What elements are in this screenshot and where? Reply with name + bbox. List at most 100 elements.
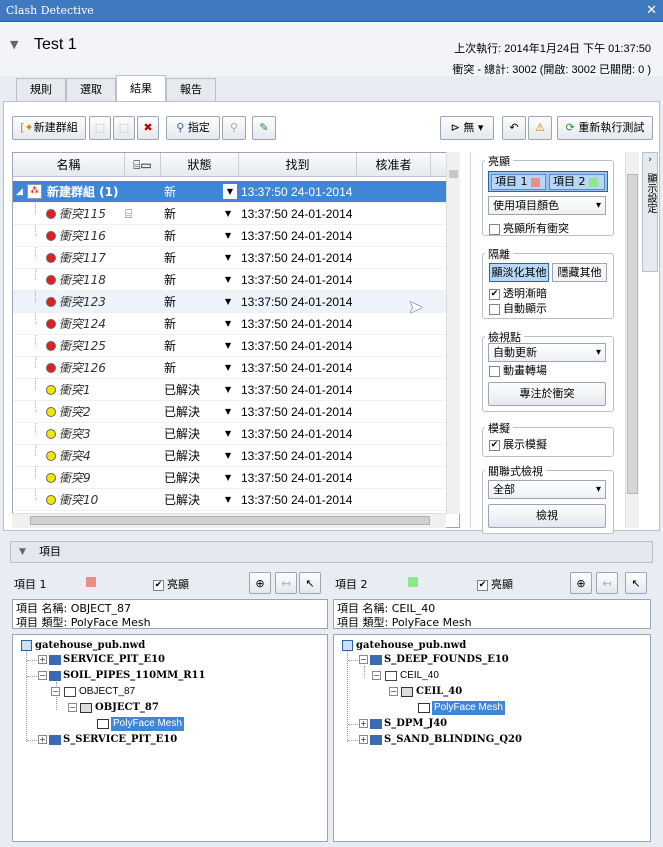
view-button[interactable]: 檢視 (488, 504, 606, 528)
tree-node[interactable]: S_DPM_J40 (384, 717, 447, 731)
viewpoint-dropdown[interactable]: 自動更新 (488, 343, 606, 362)
reset-icon[interactable]: ↶ (502, 116, 526, 140)
select-item-icon[interactable]: ⊕ (249, 572, 271, 594)
status-dropdown-icon[interactable]: ▼ (225, 225, 231, 247)
auto-reveal-checkbox[interactable]: 自動顯示 (489, 300, 547, 316)
collapse-icon[interactable]: − (68, 703, 77, 712)
clash-row[interactable]: 衝突3 已解決 ▼ 13:37:50 24-01-2014 (13, 423, 447, 445)
status-dropdown-icon[interactable]: ▼ (225, 335, 231, 357)
animate-checkbox[interactable]: 動畫轉場 (489, 362, 547, 378)
unassign-icon[interactable]: ⚲ (222, 116, 246, 140)
column-header-found[interactable]: 找到 (239, 153, 357, 177)
return-icon[interactable]: ↤ (275, 572, 297, 594)
select-item-icon[interactable]: ⊕ (570, 572, 592, 594)
clash-row[interactable]: 衝突115 ⌸ 新 ▼ 13:37:50 24-01-2014 (13, 203, 447, 225)
collapse-icon[interactable]: − (372, 671, 381, 680)
collapse-icon[interactable]: − (359, 655, 368, 664)
show-simulation-checkbox[interactable]: ✔ 展示模擬 (489, 436, 547, 452)
expand-icon[interactable]: + (38, 655, 47, 664)
tree-node[interactable]: OBJECT_87 (95, 701, 159, 715)
column-header-name[interactable]: 名稱 (13, 153, 125, 177)
status-dropdown-icon[interactable]: ▼ (225, 401, 231, 423)
grid-vertical-scrollbar[interactable] (446, 152, 460, 514)
display-settings-tab[interactable]: › 顯示設定 (642, 152, 658, 272)
expand-icon[interactable]: + (38, 735, 47, 744)
tree-node-selected[interactable]: PolyFace Mesh (432, 701, 505, 715)
tree-node[interactable]: SERVICE_PIT_E10 (63, 653, 165, 667)
clash-row[interactable]: 衝突118 新 ▼ 13:37:50 24-01-2014 (13, 269, 447, 291)
tree-node-selected[interactable]: PolyFace Mesh (111, 717, 184, 731)
clash-row[interactable]: 衝突125 新 ▼ 13:37:50 24-01-2014 (13, 335, 447, 357)
assign-button[interactable]: ⚲ 指定 (166, 116, 220, 140)
status-dropdown-icon[interactable]: ▼ (225, 445, 231, 467)
rerun-test-button[interactable]: ⟳ 重新執行測試 (557, 116, 653, 140)
collapse-icon[interactable]: − (51, 687, 60, 696)
status-dropdown-icon[interactable]: ▼ (225, 203, 231, 225)
tab-select[interactable]: 選取 (66, 78, 116, 102)
item2-highlight-checkbox[interactable]: ✔ 亮顯 (477, 576, 513, 592)
grid-horizontal-scrollbar[interactable] (12, 513, 446, 528)
status-dropdown-icon[interactable]: ▼ (225, 357, 231, 379)
group-row[interactable]: ◢ ⁂ 新建群組 (1) 新 ▼ 13:37:50 24-01-2014 (13, 181, 447, 203)
tree-node[interactable]: SOIL_PIPES_110MM_R11 (63, 669, 205, 683)
tab-report[interactable]: 報告 (166, 78, 216, 102)
collapse-icon[interactable]: − (38, 671, 47, 680)
new-group-button[interactable]: [✦新建群組 (12, 116, 86, 140)
status-dropdown-icon[interactable]: ▼ (225, 313, 231, 335)
return-icon[interactable]: ↤ (596, 572, 618, 594)
clash-row[interactable]: 衝突2 已解決 ▼ 13:37:50 24-01-2014 (13, 401, 447, 423)
status-dropdown-icon[interactable]: ▼ (225, 247, 231, 269)
clash-row[interactable]: 衝突10 已解決 ▼ 13:37:50 24-01-2014 (13, 489, 447, 511)
clash-row[interactable]: 衝突116 新 ▼ 13:37:50 24-01-2014 (13, 225, 447, 247)
select-cursor-icon[interactable]: ↖ (625, 572, 647, 594)
status-dropdown-icon[interactable]: ▼ (225, 423, 231, 445)
status-dropdown-icon[interactable]: ▼ (225, 467, 231, 489)
item1-highlight-checkbox[interactable]: ✔ 亮顯 (153, 576, 189, 592)
status-dropdown-icon[interactable]: ▼ (225, 489, 231, 511)
column-header-approver[interactable]: 核准者 (357, 153, 431, 177)
color-mode-dropdown[interactable]: 使用項目顏色 (488, 196, 606, 215)
clash-row[interactable]: 衝突117 新 ▼ 13:37:50 24-01-2014 (13, 247, 447, 269)
expand-icon[interactable]: + (359, 735, 368, 744)
items-section-header[interactable]: ▼ 項目 (10, 541, 653, 563)
status-dropdown-icon[interactable]: ▼ (225, 291, 231, 313)
item1-toggle[interactable]: 項目 1 (491, 174, 546, 190)
column-header-icons[interactable]: ⌸▭ (125, 153, 161, 177)
tab-results[interactable]: 結果 (116, 75, 166, 101)
transparent-dim-checkbox[interactable]: ✔ 透明漸暗 (489, 285, 547, 301)
status-dropdown-icon[interactable]: ▼ (225, 379, 231, 401)
tree-node[interactable]: S_DEEP_FOUNDS_E10 (384, 653, 509, 667)
explode-group-icon[interactable]: ✖ (137, 116, 159, 140)
add-comment-icon[interactable]: ✎ (252, 116, 276, 140)
chevron-down-icon[interactable]: ▼ (10, 38, 18, 51)
status-dropdown[interactable]: ▼ (223, 184, 237, 199)
hide-others-button[interactable]: 隱藏其他 (552, 263, 607, 282)
collapse-icon[interactable]: − (389, 687, 398, 696)
expand-icon[interactable]: + (359, 719, 368, 728)
column-header-status[interactable]: 狀態 (161, 153, 239, 177)
tree-node[interactable]: S_SAND_BLINDING_Q20 (384, 733, 522, 747)
clash-row[interactable]: 衝突124 新 ▼ 13:37:50 24-01-2014 (13, 313, 447, 335)
clash-row[interactable]: 衝突126 新 ▼ 13:37:50 24-01-2014 (13, 357, 447, 379)
select-cursor-icon[interactable]: ↖ (299, 572, 321, 594)
tree-node[interactable]: gatehouse_pub.nwd (35, 639, 145, 653)
filter-dropdown[interactable]: ⊳ 無 ▾ (440, 116, 494, 140)
group-icon[interactable]: ⬚ (89, 116, 111, 140)
clash-row[interactable]: 衝突1 已解決 ▼ 13:37:50 24-01-2014 (13, 379, 447, 401)
settings-scrollbar[interactable] (625, 152, 639, 528)
focus-clash-button[interactable]: 專注於衝突 (488, 382, 606, 406)
tree-node[interactable]: S_SERVICE_PIT_E10 (63, 733, 177, 747)
clash-row[interactable]: 衝突123 新 ▼ 13:37:50 24-01-2014 (13, 291, 447, 313)
collapse-icon[interactable]: ◢ (16, 181, 23, 203)
tree-node[interactable]: gatehouse_pub.nwd (356, 639, 466, 653)
item2-toggle[interactable]: 項目 2 (549, 174, 605, 190)
tree-node[interactable]: OBJECT_87 (79, 685, 135, 699)
clash-row[interactable]: 衝突4 已解決 ▼ 13:37:50 24-01-2014 (13, 445, 447, 467)
close-icon[interactable]: ✕ (646, 0, 657, 22)
tab-rules[interactable]: 規則 (16, 78, 66, 102)
status-dropdown-icon[interactable]: ▼ (225, 269, 231, 291)
dim-others-button[interactable]: 顯淡化其他 (489, 263, 549, 282)
clash-row[interactable]: 衝突9 已解決 ▼ 13:37:50 24-01-2014 (13, 467, 447, 489)
compact-icon[interactable]: ⚠ (528, 116, 552, 140)
highlight-all-checkbox[interactable]: 亮顯所有衝突 (489, 220, 569, 236)
